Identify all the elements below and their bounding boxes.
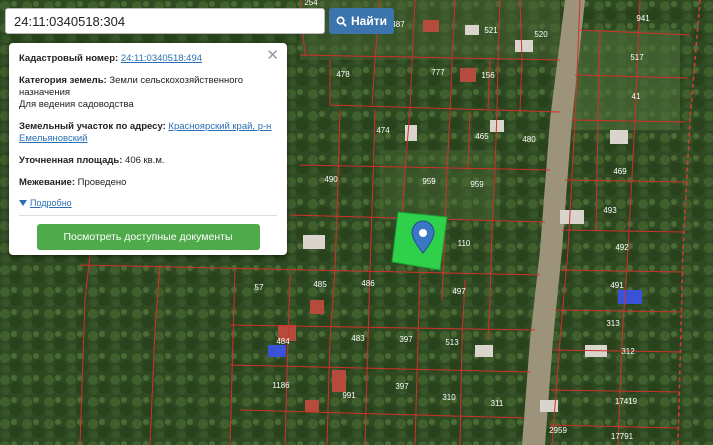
- view-documents-button[interactable]: Посмотреть доступные документы: [36, 224, 260, 250]
- parcel-number-label: 492: [615, 243, 629, 252]
- parcel-number-label: 486: [361, 279, 375, 288]
- search-icon: [336, 16, 347, 27]
- parcel-number-label: 254: [304, 0, 318, 7]
- parcel-number-label: 17791: [611, 432, 634, 441]
- parcel-number-label: 474: [376, 126, 390, 135]
- survey-value: Проведено: [77, 177, 127, 188]
- find-button[interactable]: Найти: [329, 8, 394, 34]
- triangle-down-icon: [19, 200, 27, 206]
- category-row: Категория земель: Земли сельскохозяйстве…: [19, 75, 277, 111]
- parcel-number-label: 469: [613, 167, 627, 176]
- cadastral-search-input[interactable]: [5, 8, 325, 34]
- parcel-number-label: 1186: [272, 381, 290, 390]
- find-button-label: Найти: [351, 14, 387, 28]
- close-icon[interactable]: ✕: [266, 48, 279, 63]
- parcel-number-label: 484: [276, 337, 290, 346]
- parcel-info-popup: ✕ Кадастровый номер: 24:11:0340518:494 К…: [9, 43, 287, 255]
- cadastral-link[interactable]: 24:11:0340518:494: [121, 53, 202, 64]
- parcel-number-label: 41: [632, 92, 641, 101]
- parcel-number-label: 517: [630, 53, 644, 62]
- parcel-number-label: 521: [484, 26, 498, 35]
- survey-row: Межевание: Проведено: [19, 177, 277, 189]
- parcel-number-label: 311: [491, 399, 504, 408]
- parcel-number-label: 991: [342, 391, 356, 400]
- cadastral-row: Кадастровый номер: 24:11:0340518:494: [19, 53, 277, 65]
- address-label: Земельный участок по адресу:: [19, 121, 166, 132]
- cadastral-label: Кадастровый номер:: [19, 53, 119, 64]
- parcel-number-label: 513: [445, 338, 459, 347]
- parcel-number-label: 483: [351, 334, 365, 343]
- parcel-number-label: 520: [534, 30, 548, 39]
- address-row: Земельный участок по адресу: Красноярски…: [19, 121, 277, 145]
- area-label: Уточненная площадь:: [19, 155, 123, 166]
- parcel-number-label: 312: [621, 347, 635, 356]
- details-toggle[interactable]: Подробно: [19, 197, 277, 209]
- parcel-number-label: 959: [470, 180, 484, 189]
- parcel-number-label: 959: [422, 177, 436, 186]
- parcel-number-label: 397: [399, 335, 413, 344]
- parcel-number-label: 491: [610, 281, 624, 290]
- usage-value: Для ведения садоводства: [19, 99, 134, 110]
- parcel-number-label: 493: [603, 206, 617, 215]
- parcel-number-label: 110: [458, 239, 471, 248]
- parcel-number-label: 485: [313, 280, 327, 289]
- parcel-number-label: 478: [336, 70, 350, 79]
- parcel-number-label: 2959: [549, 426, 567, 435]
- details-link[interactable]: Подробно: [30, 197, 72, 209]
- survey-label: Межевание:: [19, 177, 75, 188]
- area-value: 406 кв.м.: [125, 155, 165, 166]
- parcel-number-label: 777: [431, 68, 445, 77]
- parcel-number-label: 497: [452, 287, 466, 296]
- parcel-number-label: 490: [324, 175, 338, 184]
- parcel-number-label: 941: [636, 14, 650, 23]
- parcel-number-label: 310: [442, 393, 456, 402]
- parcel-number-label: 397: [395, 382, 409, 391]
- divider: [19, 215, 277, 216]
- parcel-number-label: 57: [255, 283, 264, 292]
- parcel-number-label: 17419: [615, 397, 638, 406]
- parcel-number-label: 465: [475, 132, 489, 141]
- area-row: Уточненная площадь: 406 кв.м.: [19, 155, 277, 167]
- category-label: Категория земель:: [19, 75, 107, 86]
- parcel-number-label: 480: [522, 135, 536, 144]
- parcel-number-label: 156: [481, 71, 495, 80]
- parcel-number-label: 313: [606, 319, 620, 328]
